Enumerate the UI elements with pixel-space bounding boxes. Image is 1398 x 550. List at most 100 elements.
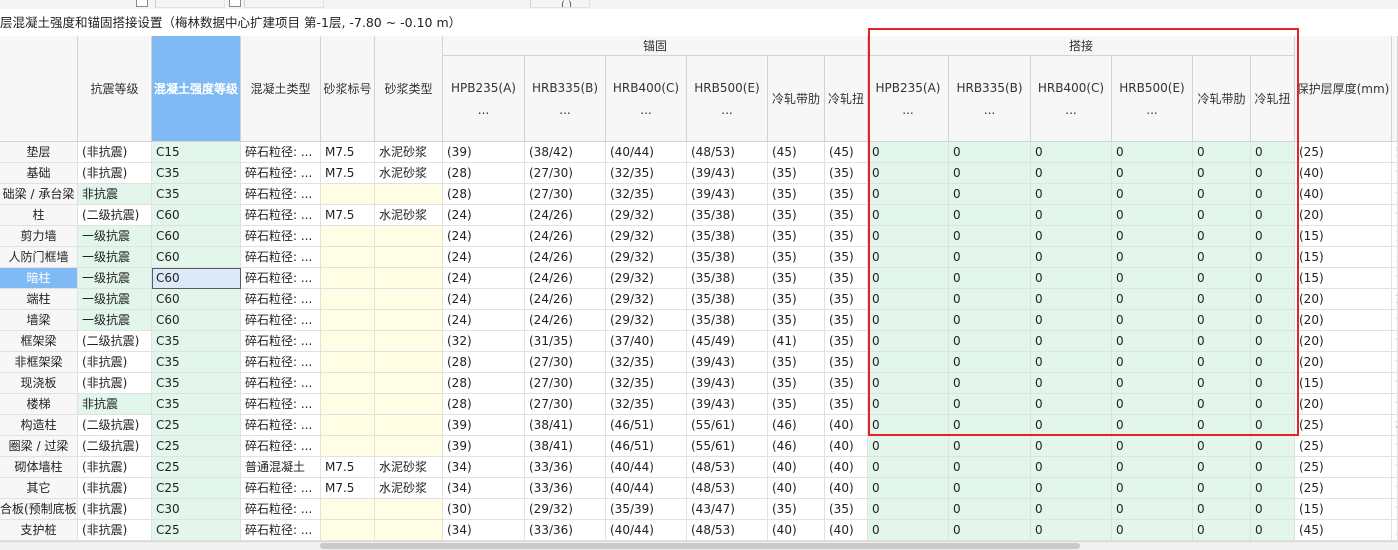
cell-lap[interactable]: 0: [868, 499, 949, 520]
cell-anchor[interactable]: (35): [768, 163, 825, 184]
anchor-steel-2[interactable]: HRB400(C)...: [606, 56, 687, 142]
cell-anchor[interactable]: (35/39): [606, 499, 687, 520]
cell-ctype[interactable]: 碎石粒径: ...: [241, 142, 321, 163]
cell-mortar[interactable]: M7.5: [321, 142, 375, 163]
cell-anchor[interactable]: (32/35): [606, 352, 687, 373]
cell-lap[interactable]: 0: [1193, 457, 1251, 478]
lap-steel-2[interactable]: HRB400(C)...: [1031, 56, 1112, 142]
cell-grade[interactable]: C30: [152, 499, 241, 520]
lap-steel-3[interactable]: HRB500(E)...: [1112, 56, 1193, 142]
cell-anchor[interactable]: (45): [768, 142, 825, 163]
cell-lap[interactable]: 0: [949, 499, 1031, 520]
cell-lap[interactable]: 0: [1031, 247, 1112, 268]
cell-anchor[interactable]: (38/42): [525, 142, 606, 163]
cell-lap[interactable]: 0: [868, 163, 949, 184]
cell-seismic[interactable]: (非抗震): [78, 163, 152, 184]
cell-lap[interactable]: 0: [868, 436, 949, 457]
cell-mortar[interactable]: [321, 331, 375, 352]
cell-anchor[interactable]: (40/44): [606, 478, 687, 499]
cell-anchor[interactable]: (46): [768, 436, 825, 457]
cell-anchor[interactable]: (28): [443, 394, 525, 415]
cell-cover[interactable]: (25): [1295, 415, 1392, 436]
cell-lap[interactable]: 0: [1193, 415, 1251, 436]
cell-anchor[interactable]: (35): [768, 205, 825, 226]
cell-seismic[interactable]: (二级抗震): [78, 331, 152, 352]
cell-lap[interactable]: 0: [868, 268, 949, 289]
anchor-steel-5[interactable]: 冷轧扭: [825, 56, 868, 142]
cell-seismic[interactable]: 非抗震: [78, 394, 152, 415]
cell-anchor[interactable]: (35): [768, 226, 825, 247]
cell-lap[interactable]: 0: [868, 373, 949, 394]
cell-lap[interactable]: 0: [1031, 478, 1112, 499]
cell-anchor[interactable]: (29/32): [525, 499, 606, 520]
cell-ctype[interactable]: 碎石粒径: ...: [241, 289, 321, 310]
cell-mtype[interactable]: [375, 415, 443, 436]
cell-grade[interactable]: C25: [152, 457, 241, 478]
cell-lap[interactable]: 0: [1112, 457, 1193, 478]
cell-cover[interactable]: (25): [1295, 142, 1392, 163]
cell-anchor[interactable]: (39/43): [687, 163, 768, 184]
cell-ctype[interactable]: 碎石粒径: ...: [241, 415, 321, 436]
cell-mtype[interactable]: [375, 520, 443, 541]
cell-lap[interactable]: 0: [1112, 352, 1193, 373]
cell-lap[interactable]: 0: [1193, 184, 1251, 205]
cell-anchor[interactable]: (28): [443, 163, 525, 184]
cell-lap[interactable]: 0: [949, 163, 1031, 184]
cell-lap[interactable]: 0: [1031, 226, 1112, 247]
cell-lap[interactable]: 0: [1112, 478, 1193, 499]
cell-extra[interactable]: 包: [1392, 457, 1398, 478]
cell-cover[interactable]: (15): [1295, 226, 1392, 247]
cell-seismic[interactable]: (非抗震): [78, 478, 152, 499]
cell-mtype[interactable]: [375, 289, 443, 310]
cell-cover[interactable]: (25): [1295, 478, 1392, 499]
cell-anchor[interactable]: (33/36): [525, 478, 606, 499]
row-header[interactable]: 框架梁: [0, 331, 78, 352]
cell-anchor[interactable]: (29/32): [606, 247, 687, 268]
cell-anchor[interactable]: (24): [443, 268, 525, 289]
cell-lap[interactable]: 0: [949, 373, 1031, 394]
cell-lap[interactable]: 0: [1031, 163, 1112, 184]
cell-mortar[interactable]: [321, 268, 375, 289]
cell-lap[interactable]: 0: [949, 247, 1031, 268]
cell-anchor[interactable]: (35): [825, 352, 868, 373]
cell-mtype[interactable]: [375, 184, 443, 205]
cell-ctype[interactable]: 碎石粒径: ...: [241, 268, 321, 289]
cell-grade[interactable]: C15: [152, 142, 241, 163]
row-header[interactable]: 人防门框墙: [0, 247, 78, 268]
cell-anchor[interactable]: (48/53): [687, 457, 768, 478]
cell-mtype[interactable]: [375, 310, 443, 331]
cell-grade[interactable]: C25: [152, 478, 241, 499]
cell-ctype[interactable]: 碎石粒径: ...: [241, 205, 321, 226]
cell-lap[interactable]: 0: [1251, 394, 1295, 415]
cell-extra[interactable]: 包: [1392, 352, 1398, 373]
cell-lap[interactable]: 0: [1112, 205, 1193, 226]
cell-seismic[interactable]: 非抗震: [78, 184, 152, 205]
cell-anchor[interactable]: (40): [825, 457, 868, 478]
cell-lap[interactable]: 0: [1031, 436, 1112, 457]
row-header[interactable]: 剪力墙: [0, 226, 78, 247]
cell-anchor[interactable]: (39): [443, 142, 525, 163]
cell-anchor[interactable]: (55/61): [687, 415, 768, 436]
cell-lap[interactable]: 0: [1193, 205, 1251, 226]
cell-lap[interactable]: 0: [1193, 373, 1251, 394]
cell-anchor[interactable]: (34): [443, 478, 525, 499]
row-header[interactable]: 垫层: [0, 142, 78, 163]
cell-lap[interactable]: 0: [1193, 226, 1251, 247]
cell-anchor[interactable]: (35): [825, 331, 868, 352]
cell-lap[interactable]: 0: [1251, 373, 1295, 394]
cell-lap[interactable]: 0: [1193, 331, 1251, 352]
lap-steel-0[interactable]: HPB235(A)...: [868, 56, 949, 142]
cell-grade[interactable]: C35: [152, 373, 241, 394]
cell-ctype[interactable]: 碎石粒径: ...: [241, 499, 321, 520]
cell-mortar[interactable]: [321, 373, 375, 394]
cell-extra[interactable]: 包: [1392, 331, 1398, 352]
cell-lap[interactable]: 0: [1251, 247, 1295, 268]
cell-anchor[interactable]: (35): [825, 499, 868, 520]
cell-anchor[interactable]: (35): [768, 184, 825, 205]
cell-lap[interactable]: 0: [949, 520, 1031, 541]
cell-anchor[interactable]: (29/32): [606, 205, 687, 226]
cell-lap[interactable]: 0: [1251, 478, 1295, 499]
header-mortar-type[interactable]: 砂浆类型: [375, 36, 443, 142]
cell-lap[interactable]: 0: [1193, 520, 1251, 541]
cell-anchor[interactable]: (35): [768, 394, 825, 415]
